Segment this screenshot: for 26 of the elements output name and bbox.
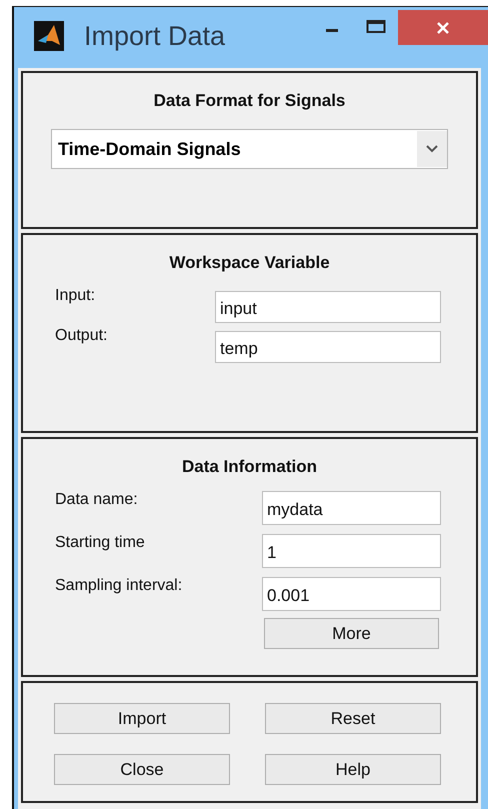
field-label: Data name: (55, 491, 139, 509)
field-label: Starting time (55, 534, 146, 552)
field-label: Sampling interval: (55, 577, 184, 595)
panel-heading: Data Information (180, 457, 318, 477)
input-field[interactable]: 0.001 (262, 577, 441, 611)
dialog-button[interactable]: Import (54, 703, 230, 734)
dialog-button[interactable]: Help (265, 754, 441, 785)
panel-heading: Workspace Variable (168, 253, 331, 273)
more-button[interactable]: More (264, 618, 439, 649)
dropdown-value: Time-Domain Signals (58, 138, 242, 160)
input-field[interactable]: input (215, 291, 441, 323)
panel-heading: Data Format for Signals (152, 91, 346, 111)
maximize-icon (366, 19, 386, 35)
dialog-button[interactable]: Close (54, 754, 230, 785)
format-dropdown[interactable]: Time-Domain Signals (51, 129, 448, 169)
input-field[interactable]: mydata (262, 491, 441, 525)
app-icon (34, 21, 64, 51)
dialog-button[interactable]: Reset (265, 703, 441, 734)
input-field[interactable]: 1 (262, 534, 441, 568)
chevron-down-icon (426, 145, 438, 153)
field-label: Input: (55, 287, 96, 305)
field-label: Output: (55, 327, 108, 345)
input-field[interactable]: temp (215, 331, 441, 363)
window-title: Import Data (84, 21, 226, 52)
close-icon (436, 20, 450, 34)
minimize-icon (326, 28, 338, 32)
